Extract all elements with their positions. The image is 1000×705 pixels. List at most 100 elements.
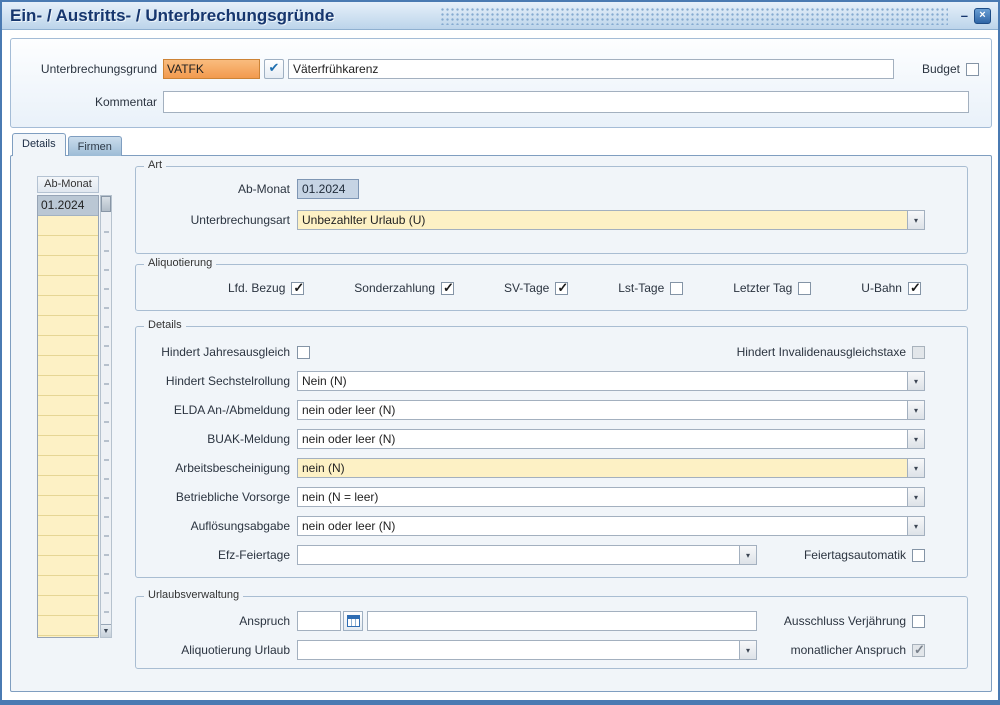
lfd-bezug-checkbox[interactable] [291, 280, 305, 296]
lfd-bezug-item: Lfd. Bezug [228, 280, 305, 296]
feiertagsautomatik-checkbox[interactable] [912, 548, 925, 562]
ab-monat-list[interactable]: 01.2024 [37, 195, 99, 638]
hindert-jahresausgleich-checkbox[interactable] [297, 345, 310, 359]
anspruch-text-input[interactable] [367, 611, 757, 631]
dropdown-arrow-icon[interactable]: ▾ [907, 430, 924, 448]
aliquotierung-urlaub-combo[interactable]: ▾ [297, 640, 757, 660]
unterbrechungsart-combo[interactable]: Unbezahlter Urlaub (U) ▾ [297, 210, 925, 230]
dropdown-arrow-icon[interactable]: ▾ [907, 211, 924, 229]
aliquotierung-urlaub-row: Aliquotierung Urlaub ▾ monatlicher Anspr… [140, 640, 925, 660]
efz-feiertage-row: Efz-Feiertage ▾ Feiertagsautomatik [140, 545, 925, 565]
sechstelrollung-combo[interactable]: Nein (N) ▾ [297, 371, 925, 391]
list-item[interactable] [38, 216, 98, 236]
kommentar-input[interactable] [163, 91, 969, 113]
letzter-tag-item: Letzter Tag [733, 281, 812, 295]
monatlicher-anspruch-item: monatlicher Anspruch [791, 642, 925, 658]
list-item[interactable] [38, 236, 98, 256]
anspruch-input[interactable] [297, 611, 341, 631]
sechstelrollung-label: Hindert Sechstelrollung [165, 374, 290, 388]
elda-combo[interactable]: nein oder leer (N) ▾ [297, 400, 925, 420]
lst-tage-label: Lst-Tage [618, 281, 665, 295]
lst-tage-checkbox[interactable] [670, 281, 684, 295]
scrollbar-track[interactable] [103, 214, 109, 622]
list-item[interactable] [38, 616, 98, 636]
dropdown-arrow-icon[interactable]: ▾ [739, 546, 756, 564]
efz-feiertage-combo[interactable]: ▾ [297, 545, 757, 565]
scrollbar-thumb[interactable] [101, 196, 111, 212]
budget-label: Budget [921, 62, 960, 76]
dropdown-arrow-icon[interactable]: ▾ [739, 641, 756, 659]
list-item[interactable] [38, 576, 98, 596]
list-item[interactable] [38, 296, 98, 316]
list-item[interactable] [38, 556, 98, 576]
u-bahn-checkbox[interactable] [907, 280, 921, 296]
sv-tage-checkbox[interactable] [555, 280, 569, 296]
list-item[interactable] [38, 276, 98, 296]
list-item[interactable] [38, 516, 98, 536]
sechstelrollung-value: Nein (N) [302, 374, 347, 388]
ausschluss-verjaehrung-checkbox[interactable] [912, 614, 925, 628]
betriebliche-vorsorge-combo[interactable]: nein (N = leer) ▾ [297, 487, 925, 507]
elda-row: ELDA An-/Abmeldung nein oder leer (N) ▾ [140, 400, 925, 420]
buak-combo[interactable]: nein oder leer (N) ▾ [297, 429, 925, 449]
buak-value: nein oder leer (N) [302, 432, 396, 446]
feiertagsautomatik-label: Feiertagsautomatik [803, 548, 906, 562]
dropdown-arrow-icon[interactable]: ▾ [907, 372, 924, 390]
unterbrechungsart-value: Unbezahlter Urlaub (U) [302, 213, 426, 227]
invalidenausgleichstaxe-label: Hindert Invalidenausgleichstaxe [736, 345, 906, 359]
list-item[interactable] [38, 256, 98, 276]
tab-firmen[interactable]: Firmen [67, 136, 122, 156]
dropdown-arrow-icon[interactable]: ▾ [907, 401, 924, 419]
tab-details[interactable]: Details [12, 133, 66, 156]
sonderzahlung-checkbox[interactable] [441, 280, 455, 296]
ab-monat-list-header: Ab-Monat [37, 176, 99, 193]
close-button[interactable]: × [974, 8, 991, 24]
ausschluss-verjaehrung-item: Ausschluss Verjährung [784, 614, 925, 628]
list-scrollbar[interactable]: ▼ [100, 195, 112, 638]
list-item[interactable] [38, 436, 98, 456]
unterbrechungsgrund-code-input[interactable] [163, 59, 260, 79]
calendar-button[interactable] [343, 611, 363, 631]
buak-label: BUAK-Meldung [207, 432, 290, 446]
list-item[interactable] [38, 336, 98, 356]
aufloesungsabgabe-row: Auflösungsabgabe nein oder leer (N) ▾ [140, 516, 925, 536]
list-item[interactable] [38, 496, 98, 516]
scroll-down-button[interactable]: ▼ [101, 624, 111, 637]
list-item[interactable] [38, 536, 98, 556]
sv-tage-label: SV-Tage [503, 281, 550, 295]
aliquotierung-checkbox-row: Lfd. Bezug Sonderzahlung SV-Tage Lst-Tag… [228, 280, 921, 296]
sechstelrollung-row: Hindert Sechstelrollung Nein (N) ▾ [140, 371, 925, 391]
dropdown-arrow-icon[interactable]: ▾ [907, 488, 924, 506]
minimize-icon[interactable]: – [961, 9, 968, 23]
unterbrechungsgrund-label: Unterbrechungsgrund [40, 62, 157, 76]
unterbrechungsgrund-name-input[interactable] [288, 59, 894, 79]
list-item[interactable] [38, 596, 98, 616]
ab-monat-field-row: Ab-Monat 01.2024 [140, 179, 925, 199]
buak-row: BUAK-Meldung nein oder leer (N) ▾ [140, 429, 925, 449]
kommentar-label: Kommentar [94, 95, 157, 109]
lookup-check-button[interactable]: ✔ [264, 59, 284, 79]
list-item[interactable] [38, 476, 98, 496]
list-item[interactable] [38, 376, 98, 396]
list-item[interactable] [38, 396, 98, 416]
list-item[interactable] [38, 316, 98, 336]
arbeitsbescheinigung-label: Arbeitsbescheinigung [175, 461, 290, 475]
arbeitsbescheinigung-combo[interactable]: nein (N) ▾ [297, 458, 925, 478]
list-item[interactable] [38, 356, 98, 376]
group-details-title: Details [144, 319, 186, 331]
list-item[interactable] [38, 456, 98, 476]
list-item[interactable]: 01.2024 [38, 196, 98, 216]
letzter-tag-checkbox[interactable] [798, 281, 812, 295]
dropdown-arrow-icon[interactable]: ▾ [907, 517, 924, 535]
aufloesungsabgabe-combo[interactable]: nein oder leer (N) ▾ [297, 516, 925, 536]
group-urlaubsverwaltung-title: Urlaubsverwaltung [144, 589, 244, 601]
group-art: Art Ab-Monat 01.2024 Unterbrechungsart U… [135, 159, 968, 254]
ab-monat-field-label: Ab-Monat [237, 182, 290, 196]
unterbrechungsart-row: Unterbrechungsart Unbezahlter Urlaub (U)… [140, 210, 925, 230]
aliquotierung-urlaub-label: Aliquotierung Urlaub [181, 643, 290, 657]
dropdown-arrow-icon[interactable]: ▾ [907, 459, 924, 477]
app-window: Ein- / Austritts- / Unterbrechungsgründe… [0, 0, 1000, 705]
budget-checkbox[interactable] [966, 62, 979, 76]
list-item[interactable] [38, 416, 98, 436]
unterbrechungsart-label: Unterbrechungsart [190, 213, 290, 227]
